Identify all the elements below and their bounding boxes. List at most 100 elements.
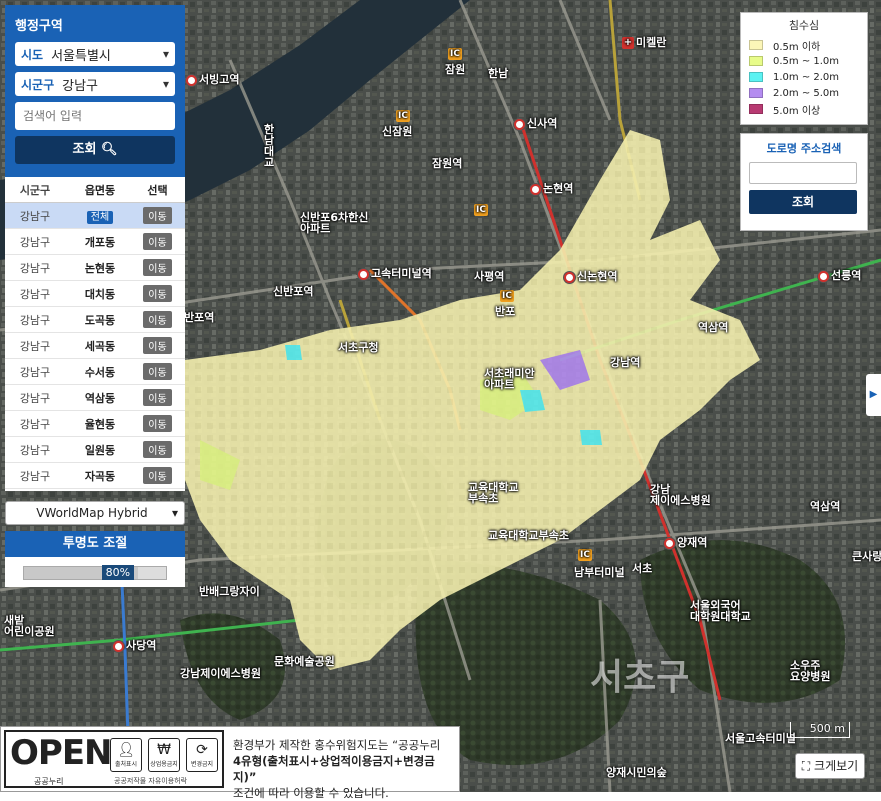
person-icon: 👤︎ bbox=[117, 742, 135, 758]
legend-item: 1.0m ~ 2.0m bbox=[749, 69, 859, 85]
place-banpo: 반포 bbox=[495, 305, 516, 318]
fullscreen-button[interactable]: ⛶ 크게보기 bbox=[795, 753, 865, 779]
list-row[interactable]: 강남구 역삼동 이동 bbox=[5, 385, 185, 411]
sido-label: 시도 bbox=[21, 47, 44, 62]
move-button[interactable]: 이동 bbox=[143, 389, 172, 406]
place-nambu-terminal: 교육대학교부속초 bbox=[488, 529, 569, 542]
basemap-value: VWorldMap Hybrid bbox=[36, 506, 148, 520]
move-button[interactable]: 이동 bbox=[143, 441, 172, 458]
list-header: 시군구 읍면동 선택 bbox=[5, 177, 185, 203]
ic-icon-5: IC bbox=[578, 549, 592, 561]
move-button[interactable]: 이동 bbox=[143, 311, 172, 328]
ic-icon-1: IC bbox=[448, 48, 462, 60]
move-button[interactable]: 이동 bbox=[143, 467, 172, 484]
list-row[interactable]: 강남구 도곡동 이동 bbox=[5, 307, 185, 333]
move-button[interactable]: 이동 bbox=[143, 363, 172, 380]
list-row[interactable]: 강남구 세곡동 이동 bbox=[5, 333, 185, 359]
row-sigungu: 강남구 bbox=[19, 209, 51, 223]
noderivs-label: 변경금지 bbox=[190, 761, 214, 768]
move-button[interactable]: 이동 bbox=[143, 415, 172, 432]
chevron-down-icon: ▾ bbox=[162, 47, 169, 61]
opacity-control: 투명도 조절 80% bbox=[5, 531, 185, 587]
row-sigungu: 강남구 bbox=[19, 365, 51, 379]
list-row[interactable]: 강남구 수서동 이동 bbox=[5, 359, 185, 385]
legend-title: 침수심 bbox=[788, 19, 820, 32]
legend-item: 0.5m 이하 bbox=[749, 37, 859, 53]
move-button[interactable]: 이동 bbox=[143, 337, 172, 354]
attribution-icon: 👤︎ 출처표시 bbox=[110, 738, 142, 772]
row-sigungu: 강남구 bbox=[19, 443, 51, 457]
row-dong: 논현동 bbox=[84, 261, 116, 275]
change-icon: ⟳ bbox=[196, 742, 208, 758]
panel-title: 행정구역 bbox=[15, 19, 63, 34]
col-dong: 읍면동 bbox=[84, 183, 116, 197]
list-row[interactable]: 강남구 개포동 이동 bbox=[5, 229, 185, 255]
place-seocho-raemian: 서초래미안 아파트 bbox=[484, 367, 535, 391]
address-input[interactable] bbox=[749, 162, 857, 184]
legend-swatch bbox=[749, 88, 763, 98]
row-dong: 세곡동 bbox=[84, 339, 116, 353]
station-express-bus-terminal[interactable]: 고속터미널역 bbox=[358, 268, 432, 280]
opacity-slider-handle[interactable]: 80% bbox=[101, 565, 135, 580]
address-search-button[interactable]: 조회 bbox=[749, 190, 857, 214]
station-nonhyeon[interactable]: 논현역 bbox=[530, 183, 573, 195]
side-panel-toggle[interactable]: ▶ bbox=[866, 374, 881, 416]
place-js-hospital: 강남 제이에스병원 bbox=[650, 483, 711, 507]
query-button[interactable]: 조회 🔍︎ bbox=[15, 136, 175, 164]
search-icon: 🔍︎ bbox=[100, 142, 118, 157]
sido-select[interactable]: 시도 서울특별시 ▾ bbox=[15, 42, 175, 66]
list-row[interactable]: 강남구 논현동 이동 bbox=[5, 255, 185, 281]
basemap-select[interactable]: VWorldMap Hybrid ▾ bbox=[5, 501, 185, 525]
place-seocho-gu-office: 서초 bbox=[632, 562, 653, 575]
row-sigungu: 강남구 bbox=[19, 313, 51, 327]
legend-label: 1.0m ~ 2.0m bbox=[773, 71, 840, 83]
place-jamwon-station: 잠원역 bbox=[432, 157, 463, 170]
place-thefirst: 반배그랑자이 bbox=[199, 585, 260, 598]
station-gangnam[interactable]: 강남역 bbox=[610, 357, 640, 368]
scale-bar: 500 m bbox=[790, 722, 850, 738]
sido-value: 서울특별시 bbox=[51, 48, 111, 64]
row-dong: 대치동 bbox=[84, 287, 116, 301]
legend-swatch bbox=[749, 40, 763, 50]
row-dong: 일원동 bbox=[84, 443, 116, 457]
place-sinjamwon: 신잠원 bbox=[382, 125, 413, 138]
row-sigungu: 강남구 bbox=[19, 339, 51, 353]
move-button[interactable]: 이동 bbox=[143, 285, 172, 302]
row-sigungu: 강남구 bbox=[19, 391, 51, 405]
legend-item: 0.5m ~ 1.0m bbox=[749, 53, 859, 69]
license-line-1: 환경부가 제작한 홍수위험지도는 “공공누리 bbox=[233, 738, 441, 752]
list-row[interactable]: 강남구 전체 이동 bbox=[5, 203, 185, 229]
move-button[interactable]: 이동 bbox=[143, 207, 172, 224]
legend-item: 5.0m 이상 bbox=[749, 101, 859, 117]
ic-icon-3: IC bbox=[474, 204, 488, 216]
station-seobinggo[interactable]: 서빙고역 bbox=[186, 74, 239, 86]
place-jamwon: 잠원 bbox=[445, 63, 466, 76]
search-input[interactable] bbox=[15, 102, 175, 130]
chevron-down-icon: ▾ bbox=[171, 506, 178, 520]
station-sinsa[interactable]: 신사역 bbox=[514, 118, 557, 130]
row-sigungu: 강남구 bbox=[19, 417, 51, 431]
place-sowoojoo: 소우주 요양병원 bbox=[790, 659, 831, 683]
station-sinnonhyeon[interactable]: 신논현역 bbox=[564, 271, 617, 283]
place-hannam-bridge: 한남대교 bbox=[264, 123, 275, 169]
station-yangjae[interactable]: 양재역 bbox=[664, 537, 707, 549]
fullscreen-label: 크게보기 bbox=[814, 759, 859, 773]
station-sapyeong[interactable]: 사평역 bbox=[474, 271, 504, 282]
ic-icon-4: IC bbox=[500, 290, 514, 302]
station-yeoksam[interactable]: 역삼역 bbox=[698, 322, 728, 333]
list-row[interactable]: 강남구 율현동 이동 bbox=[5, 411, 185, 437]
list-row[interactable]: 강남구 대치동 이동 bbox=[5, 281, 185, 307]
open-logo-sub: 공공누리 bbox=[34, 777, 64, 786]
row-sigungu: 강남구 bbox=[19, 469, 51, 483]
sigungu-value: 강남구 bbox=[62, 78, 99, 94]
list-row[interactable]: 강남구 자곡동 이동 bbox=[5, 463, 185, 489]
place-saemaeul: 새밭 어린이공원 bbox=[4, 614, 55, 638]
opacity-slider[interactable]: 80% bbox=[23, 565, 167, 580]
list-row[interactable]: 강남구 일원동 이동 bbox=[5, 437, 185, 463]
move-button[interactable]: 이동 bbox=[143, 233, 172, 250]
move-button[interactable]: 이동 bbox=[143, 259, 172, 276]
station-seolleung[interactable]: 선릉역 bbox=[818, 270, 861, 282]
station-sadang[interactable]: 사당역 bbox=[113, 640, 156, 652]
chevron-right-icon: ▶ bbox=[869, 389, 878, 400]
sigungu-select[interactable]: 시군구 강남구 ▾ bbox=[15, 72, 175, 96]
